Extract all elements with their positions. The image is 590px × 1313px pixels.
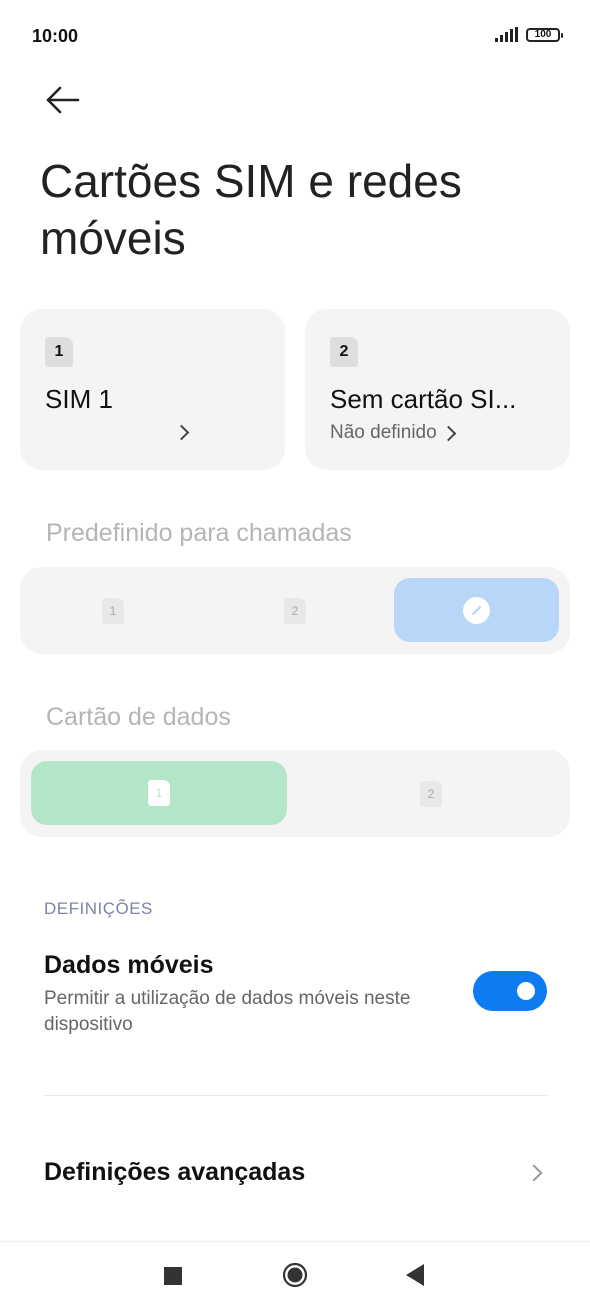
sim-status-label: Não definido <box>330 422 437 443</box>
mobile-data-toggle[interactable] <box>473 971 547 1011</box>
toggle-knob <box>517 982 535 1000</box>
sim-card-2[interactable]: 2 Sem cartão SI... Não definido <box>305 309 570 470</box>
nav-back-button[interactable] <box>406 1264 424 1286</box>
arrow-left-icon <box>46 86 80 114</box>
calls-option-sim2[interactable]: 2 <box>284 598 306 624</box>
mobile-data-title: Dados móveis <box>44 951 214 979</box>
mobile-data-description: Permitir a utilização de dados móveis ne… <box>44 988 411 1035</box>
home-circle-icon <box>282 1262 308 1288</box>
sim-status: Não definido <box>330 422 456 444</box>
battery-icon: 100 <box>526 27 563 42</box>
home-button[interactable] <box>282 1262 308 1288</box>
data-option-sim2[interactable]: 2 <box>420 781 442 807</box>
sim-icon: 1 <box>148 780 170 806</box>
status-time: 10:00 <box>32 26 79 46</box>
back-button[interactable] <box>38 80 82 120</box>
advanced-settings-title: Definições avançadas <box>44 1158 306 1186</box>
signal-icon <box>495 27 518 42</box>
status-icons: 100 <box>495 27 563 42</box>
advanced-settings-row[interactable]: Definições avançadas <box>0 1130 590 1216</box>
divider <box>44 1095 547 1096</box>
chevron-right-icon <box>525 1164 543 1182</box>
data-option-sim1[interactable]: 1 <box>31 761 287 825</box>
sim-slot-badge: 1 <box>45 337 73 367</box>
calls-sim-selector: 1 2 <box>20 567 570 654</box>
navigation-bar <box>0 1241 590 1313</box>
calls-option-ask[interactable] <box>394 578 559 642</box>
calls-option-sim1[interactable]: 1 <box>102 598 124 624</box>
chevron-right-icon <box>173 424 190 443</box>
sim-name: SIM 1 <box>45 384 113 414</box>
sim-card-1[interactable]: 1 SIM 1 <box>20 309 285 470</box>
data-sim-selector: 1 2 <box>20 750 570 837</box>
recents-button[interactable] <box>164 1267 182 1285</box>
page-title: Cartões SIM e redes móveis <box>40 155 462 264</box>
calls-default-label: Predefinido para chamadas <box>46 519 352 547</box>
sim-name: Sem cartão SI... <box>330 384 517 414</box>
pencil-icon <box>463 597 490 624</box>
chevron-right-icon <box>440 425 456 441</box>
data-card-label: Cartão de dados <box>46 703 231 731</box>
settings-section-header: DEFINIÇÕES <box>44 899 153 918</box>
sim-slot-badge: 2 <box>330 337 358 367</box>
